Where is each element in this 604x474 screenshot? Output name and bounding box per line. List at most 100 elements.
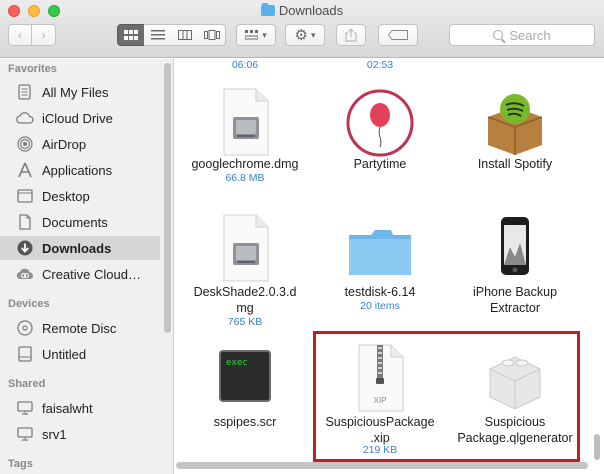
sidebar-heading-tags: Tags — [8, 458, 33, 470]
sidebar-item-creative-cloud[interactable]: Creative Cloud… — [0, 262, 160, 286]
spotify-installer-icon — [480, 87, 550, 157]
file-item-install-spotify[interactable]: Install Spotify — [445, 84, 585, 194]
file-item[interactable]: … 02:53 — [310, 59, 450, 75]
svg-text:exec: exec — [226, 358, 248, 368]
horizontal-scrollbar[interactable] — [176, 462, 588, 469]
file-meta: 02:53 — [366, 59, 394, 71]
sidebar-heading-devices: Devices — [8, 298, 50, 310]
sidebar-item-icloud-drive[interactable]: iCloud Drive — [0, 106, 160, 130]
share-button[interactable] — [336, 24, 366, 46]
sidebar-item-label: Applications — [42, 162, 113, 178]
file-meta: 765 KB — [227, 316, 263, 328]
iphone-app-icon — [480, 213, 550, 283]
sidebar-item-srv1[interactable]: srv1 — [0, 422, 160, 446]
file-name: testdisk-6.14 — [344, 285, 416, 299]
window-title: Downloads — [0, 3, 604, 18]
sidebar-heading-shared: Shared — [8, 378, 46, 390]
chevron-down-icon: ▾ — [310, 29, 316, 40]
cover-flow-button[interactable] — [198, 24, 226, 46]
columns-icon — [177, 30, 192, 40]
sidebar-item-label: faisalwht — [42, 400, 93, 416]
computer-icon — [16, 425, 34, 443]
sidebar-heading-favorites: Favorites — [8, 63, 57, 75]
terminal-exec-icon: exec — [210, 343, 280, 413]
drive-icon — [16, 345, 34, 363]
file-name: Install Spotify — [477, 157, 553, 171]
file-item-deskshade[interactable]: DeskShade2.0.3.d mg 765 KB — [175, 211, 315, 331]
file-name: Partytime — [353, 157, 407, 171]
sidebar-item-all-my-files[interactable]: All My Files — [0, 80, 160, 104]
gear-icon: ⚙ — [294, 27, 308, 44]
file-meta: 20 items — [360, 300, 400, 312]
share-icon — [345, 28, 357, 42]
sidebar-item-label: Remote Disc — [42, 320, 117, 336]
sidebar-item-label: All My Files — [42, 84, 109, 100]
sidebar-item-documents[interactable]: Documents — [0, 210, 160, 234]
disk-image-icon — [210, 87, 280, 157]
action-menu-button[interactable]: ⚙ ▾ — [285, 24, 325, 46]
sidebar-scrollbar[interactable] — [164, 63, 171, 333]
finder-window: Downloads ‹ › ▾ ⚙ ▾ Search Favorites All… — [0, 0, 604, 474]
chevron-right-icon: › — [41, 28, 46, 42]
column-view-button[interactable] — [171, 24, 199, 46]
back-button[interactable]: ‹ — [8, 24, 32, 46]
sidebar-item-label: Downloads — [42, 240, 112, 256]
airdrop-icon — [16, 135, 34, 153]
file-item-partytime[interactable]: Partytime — [310, 84, 450, 194]
arrange-icon — [245, 30, 259, 40]
downloads-icon — [16, 239, 34, 257]
file-name: sspipes.scr — [213, 415, 277, 429]
sidebar-item-desktop[interactable]: Desktop — [0, 184, 160, 208]
sidebar-item-label: Creative Cloud… — [42, 266, 141, 282]
search-field[interactable]: Search — [449, 24, 595, 46]
icon-view-button[interactable] — [117, 24, 145, 46]
file-item-googlechrome[interactable]: googlechrome.dmg 66.8 MB — [175, 84, 315, 194]
file-item-testdisk[interactable]: testdisk-6.14 20 items — [310, 211, 450, 331]
documents-icon — [16, 213, 34, 231]
search-icon — [493, 30, 504, 40]
grid-icon — [124, 30, 138, 40]
desktop-icon — [16, 187, 34, 205]
sidebar-item-faisalwht[interactable]: faisalwht — [0, 396, 160, 420]
folder-icon — [345, 213, 415, 283]
folder-icon — [260, 3, 275, 16]
file-name: googlechrome.dmg — [191, 157, 299, 171]
all-files-icon — [16, 83, 34, 101]
cover-flow-icon — [203, 30, 220, 40]
file-item-iphone-backup-extractor[interactable]: iPhone Backup Extractor — [445, 211, 585, 331]
cloud-icon — [16, 109, 34, 127]
vertical-scrollbar[interactable] — [594, 434, 600, 460]
chevron-left-icon: ‹ — [18, 28, 22, 42]
highlight-box — [313, 331, 580, 462]
sidebar-item-downloads[interactable]: Downloads — [0, 236, 160, 260]
sidebar-item-label: srv1 — [42, 426, 67, 442]
sidebar-item-label: iCloud Drive — [42, 110, 113, 126]
disc-icon — [16, 319, 34, 337]
file-name: DeskShade2.0.3.d mg — [193, 285, 297, 315]
sidebar-item-airdrop[interactable]: AirDrop — [0, 132, 160, 156]
disk-image-icon — [210, 213, 280, 283]
sidebar-item-untitled[interactable]: Untitled — [0, 342, 160, 366]
file-meta: 66.8 MB — [225, 172, 265, 184]
tags-button[interactable] — [378, 24, 418, 46]
search-placeholder: Search — [509, 27, 551, 43]
titlebar: Downloads ‹ › ▾ ⚙ ▾ Search — [0, 0, 604, 58]
forward-button[interactable]: › — [32, 24, 56, 46]
computer-icon — [16, 399, 34, 417]
sidebar-item-label: Untitled — [42, 346, 87, 362]
sidebar-item-label: AirDrop — [42, 136, 87, 152]
sidebar-item-applications[interactable]: Applications — [0, 158, 160, 182]
file-name: iPhone Backup Extractor — [472, 285, 558, 315]
applications-icon — [16, 161, 34, 179]
file-meta: 06:06 — [231, 59, 259, 71]
arrange-menu-button[interactable]: ▾ — [236, 24, 276, 46]
list-icon — [150, 30, 165, 40]
sidebar-item-remote-disc[interactable]: Remote Disc — [0, 316, 160, 340]
sidebar: Favorites All My Files iCloud Drive AirD… — [0, 59, 174, 474]
file-item[interactable]: … 06:06 — [175, 59, 315, 75]
creative-cloud-icon — [16, 265, 34, 283]
chevron-down-icon: ▾ — [262, 29, 267, 40]
file-item-sspipes[interactable]: exec sspipes.scr — [175, 341, 315, 461]
list-view-button[interactable] — [144, 24, 172, 46]
balloon-app-icon — [345, 87, 415, 157]
